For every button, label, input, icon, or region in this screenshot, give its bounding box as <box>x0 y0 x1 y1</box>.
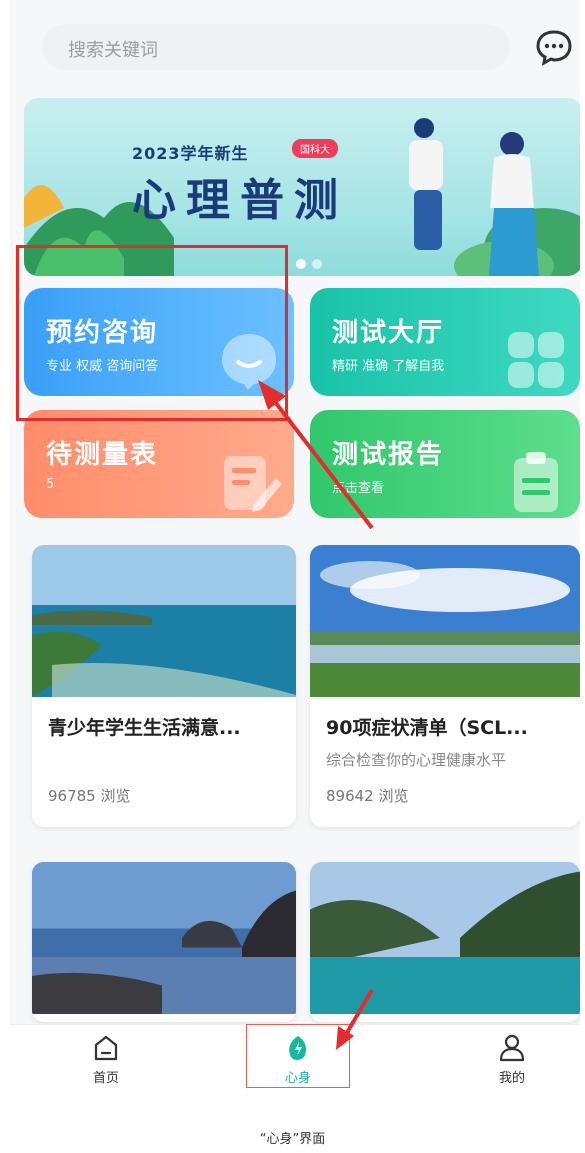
app-screen: 搜索关键词 2023学年新生 国科大 心理普测 预约咨询 专业 权威 咨询问答 … <box>10 0 580 1100</box>
banner-carousel[interactable]: 2023学年新生 国科大 心理普测 <box>24 98 580 276</box>
edit-document-icon <box>224 456 282 512</box>
user-icon <box>499 1034 525 1062</box>
test-hall-subtitle: 精研 准确 了解自我 <box>332 359 445 374</box>
search-row: 搜索关键词 <box>10 18 580 76</box>
figure-caption: “心身”界面 <box>259 1132 326 1147</box>
tab-highlight-box <box>246 1024 350 1088</box>
test-report-card[interactable]: 测试报告 点击查看 <box>310 410 580 518</box>
test-report-subtitle: 点击查看 <box>332 481 385 496</box>
pending-scales-card[interactable]: 待测量表 5 <box>24 410 294 518</box>
article-views: 96785 浏览 <box>48 787 131 805</box>
article-image-coast <box>32 545 296 697</box>
consult-subtitle: 专业 权威 咨询问答 <box>46 359 159 374</box>
article-image-lake <box>310 545 580 697</box>
grid-icon <box>508 332 564 388</box>
clipboard-icon <box>514 452 558 512</box>
article-title: 90项症状清单（SCL... <box>326 717 528 739</box>
test-hall-title: 测试大厅 <box>332 318 445 348</box>
carousel-dot[interactable] <box>312 259 322 269</box>
article-description: 综合检查你的心理健康水平 <box>326 751 507 769</box>
article-card[interactable]: 90项症状清单（SCL... 综合检查你的心理健康水平 89642 浏览 <box>310 545 580 827</box>
article-views: 89642 浏览 <box>326 787 409 805</box>
message-icon[interactable] <box>534 27 574 67</box>
home-icon <box>94 1035 118 1061</box>
search-input[interactable]: 搜索关键词 <box>42 24 510 70</box>
carousel-dot-active[interactable] <box>296 259 306 269</box>
tab-mine[interactable]: 我的 <box>472 1033 552 1093</box>
tab-mine-label: 我的 <box>498 1071 525 1086</box>
test-hall-card[interactable]: 测试大厅 精研 准确 了解自我 <box>310 288 580 396</box>
tab-home-label: 首页 <box>92 1071 119 1086</box>
article-title: 青少年学生生活满意... <box>48 717 241 739</box>
carousel-dots <box>296 254 328 273</box>
pending-scales-title: 待测量表 <box>46 440 159 470</box>
consult-title: 预约咨询 <box>46 318 159 348</box>
search-placeholder: 搜索关键词 <box>68 40 158 61</box>
banner-year: 2023学年新生 <box>132 144 249 163</box>
consult-card[interactable]: 预约咨询 专业 权威 咨询问答 <box>24 288 294 396</box>
tab-home[interactable]: 首页 <box>66 1033 146 1093</box>
pending-scales-count: 5 <box>46 477 55 492</box>
banner-badge: 国科大 <box>292 139 338 158</box>
banner-title: 心理普测 <box>132 175 348 226</box>
chat-bubble-icon <box>222 334 276 390</box>
article-image-sea-rocks <box>32 862 296 1014</box>
article-card[interactable] <box>32 862 296 1022</box>
test-report-title: 测试报告 <box>332 440 445 470</box>
article-card[interactable] <box>310 862 580 1022</box>
article-card[interactable]: 青少年学生生活满意... 96785 浏览 <box>32 545 296 827</box>
article-image-mountain-lake <box>310 862 580 1014</box>
